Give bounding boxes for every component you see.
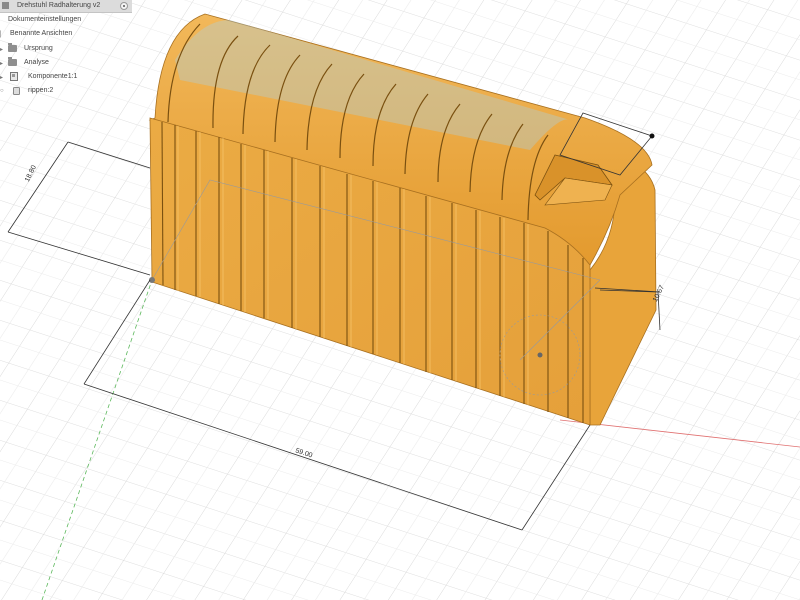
center-point xyxy=(537,352,543,358)
tree-item-dokumenteinstellungen[interactable]: Dokumenteinstellungen xyxy=(0,14,140,26)
tree-item-rippen[interactable]: ○ rippen:2 xyxy=(0,85,140,97)
tree-item-label: Dokumenteinstellungen xyxy=(8,16,82,23)
body-icon xyxy=(13,87,20,95)
tree-item-komponente[interactable]: ▸ Komponente1:1 xyxy=(0,71,140,83)
tree-item-benannte-ansichten[interactable]: ▏ Benannte Ansichten xyxy=(0,28,140,40)
tree-item-ursprung[interactable]: ▸ Ursprung xyxy=(0,43,140,55)
expand-arrow-icon[interactable]: ▸ xyxy=(0,74,3,81)
browser-title-bar[interactable]: Drehstuhl Radhalterung v2 xyxy=(0,0,132,13)
folder-icon xyxy=(8,43,17,52)
tree-item-label: rippen:2 xyxy=(28,87,54,94)
browser-title: Drehstuhl Radhalterung v2 xyxy=(17,2,101,9)
expand-arrow-icon[interactable]: ▸ xyxy=(0,60,3,67)
expand-arrow-icon[interactable]: ▏ xyxy=(0,31,5,38)
tree-item-label: Benannte Ansichten xyxy=(10,30,73,37)
folder-icon xyxy=(8,57,17,66)
browser-panel: Drehstuhl Radhalterung v2 Dokumenteinste… xyxy=(0,0,140,100)
visibility-toggle-icon[interactable] xyxy=(120,2,128,10)
document-icon xyxy=(2,2,9,9)
tree-item-analyse[interactable]: ▸ Analyse xyxy=(0,57,140,69)
visibility-icon[interactable]: ○ xyxy=(0,88,4,94)
expand-arrow-icon[interactable]: ▸ xyxy=(0,46,3,53)
tree-item-label: Analyse xyxy=(24,59,49,66)
component-icon xyxy=(10,72,18,81)
sketch-point[interactable] xyxy=(649,133,655,139)
tree-item-label: Ursprung xyxy=(24,45,53,52)
tree-item-label: Komponente1:1 xyxy=(28,73,78,80)
